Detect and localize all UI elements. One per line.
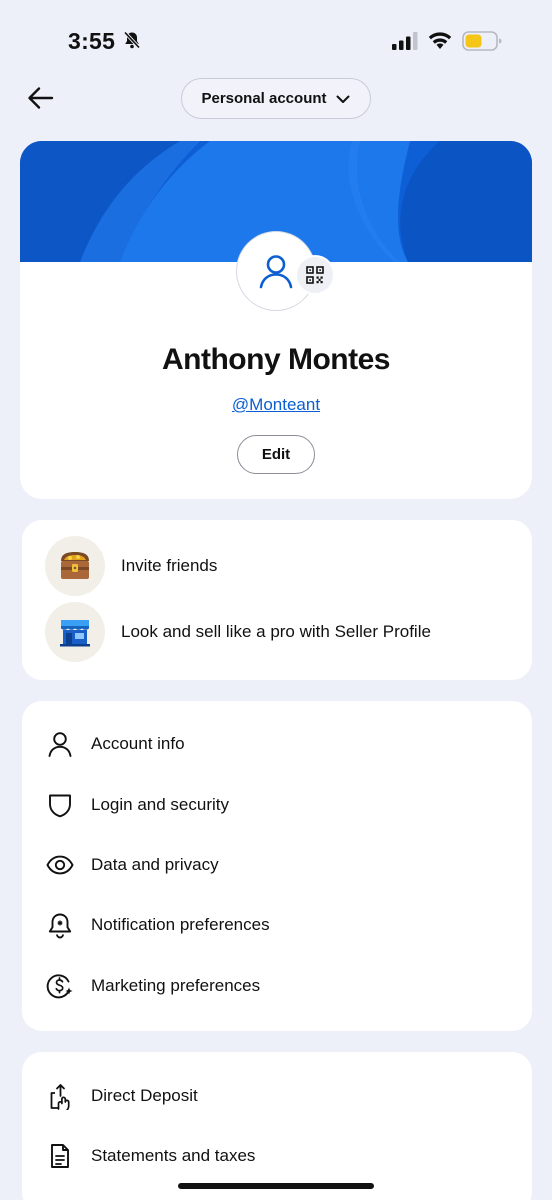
statements-taxes-label: Statements and taxes — [91, 1146, 256, 1165]
seller-profile-row[interactable]: Look and sell like a pro with Seller Pro… — [45, 602, 515, 662]
promo-icon-container — [45, 602, 105, 662]
person-icon — [259, 255, 293, 289]
chevron-down-icon — [336, 95, 350, 103]
battery-icon — [462, 31, 502, 51]
person-icon — [48, 732, 72, 757]
account-info-label: Account info — [91, 734, 185, 753]
data-privacy-row[interactable]: Data and privacy — [46, 845, 516, 885]
promo-card: Invite friends Look and sell like a pro … — [22, 520, 532, 680]
shield-icon — [49, 794, 71, 818]
seller-profile-label: Look and sell like a pro with Seller Pro… — [121, 622, 431, 641]
back-arrow-icon[interactable] — [26, 84, 56, 112]
data-privacy-label: Data and privacy — [91, 855, 219, 874]
eye-icon — [46, 855, 74, 875]
login-security-row[interactable]: Login and security — [46, 785, 516, 825]
statements-taxes-row[interactable]: Statements and taxes — [46, 1136, 516, 1176]
bell-icon — [48, 913, 72, 939]
treasure-chest-icon — [61, 552, 89, 579]
invite-friends-row[interactable]: Invite friends — [45, 536, 515, 596]
document-icon — [51, 1144, 69, 1168]
profile-name: Anthony Montes — [162, 343, 390, 376]
notification-preferences-row[interactable]: Notification preferences — [46, 905, 516, 945]
promo-icon-container — [45, 536, 105, 596]
status-time: 3:55 — [68, 28, 116, 54]
account-switch-button[interactable]: Personal account — [181, 78, 371, 119]
account-switch-label: Personal account — [201, 90, 327, 107]
finance-settings-card: Direct Deposit Statements and taxes — [22, 1052, 532, 1200]
qr-code-button[interactable] — [295, 255, 335, 295]
marketing-preferences-label: Marketing preferences — [91, 976, 261, 995]
status-bar: 3:55 — [0, 0, 552, 80]
deposit-icon — [50, 1084, 70, 1110]
dollar-sparkle-icon — [46, 974, 73, 999]
notification-preferences-label: Notification preferences — [91, 915, 270, 934]
login-security-label: Login and security — [91, 795, 229, 814]
account-info-row[interactable]: Account info — [46, 724, 516, 764]
profile-handle-row: @Monteant — [20, 395, 532, 415]
storefront-icon — [60, 620, 90, 647]
home-indicator[interactable] — [178, 1183, 374, 1189]
wifi-icon — [428, 32, 452, 49]
edit-profile-button[interactable]: Edit — [237, 435, 315, 474]
profile-handle-link[interactable]: @Monteant — [232, 395, 320, 414]
direct-deposit-row[interactable]: Direct Deposit — [46, 1076, 516, 1116]
cellular-signal-icon — [392, 32, 418, 50]
direct-deposit-label: Direct Deposit — [91, 1086, 198, 1105]
profile-card: Anthony Montes @Monteant Edit — [20, 141, 532, 499]
bell-off-icon — [123, 31, 141, 49]
invite-friends-label: Invite friends — [121, 556, 218, 575]
qr-code-icon — [306, 266, 324, 284]
account-settings-card: Account info Login and security Data and… — [22, 701, 532, 1031]
marketing-preferences-row[interactable]: Marketing preferences — [46, 966, 516, 1006]
